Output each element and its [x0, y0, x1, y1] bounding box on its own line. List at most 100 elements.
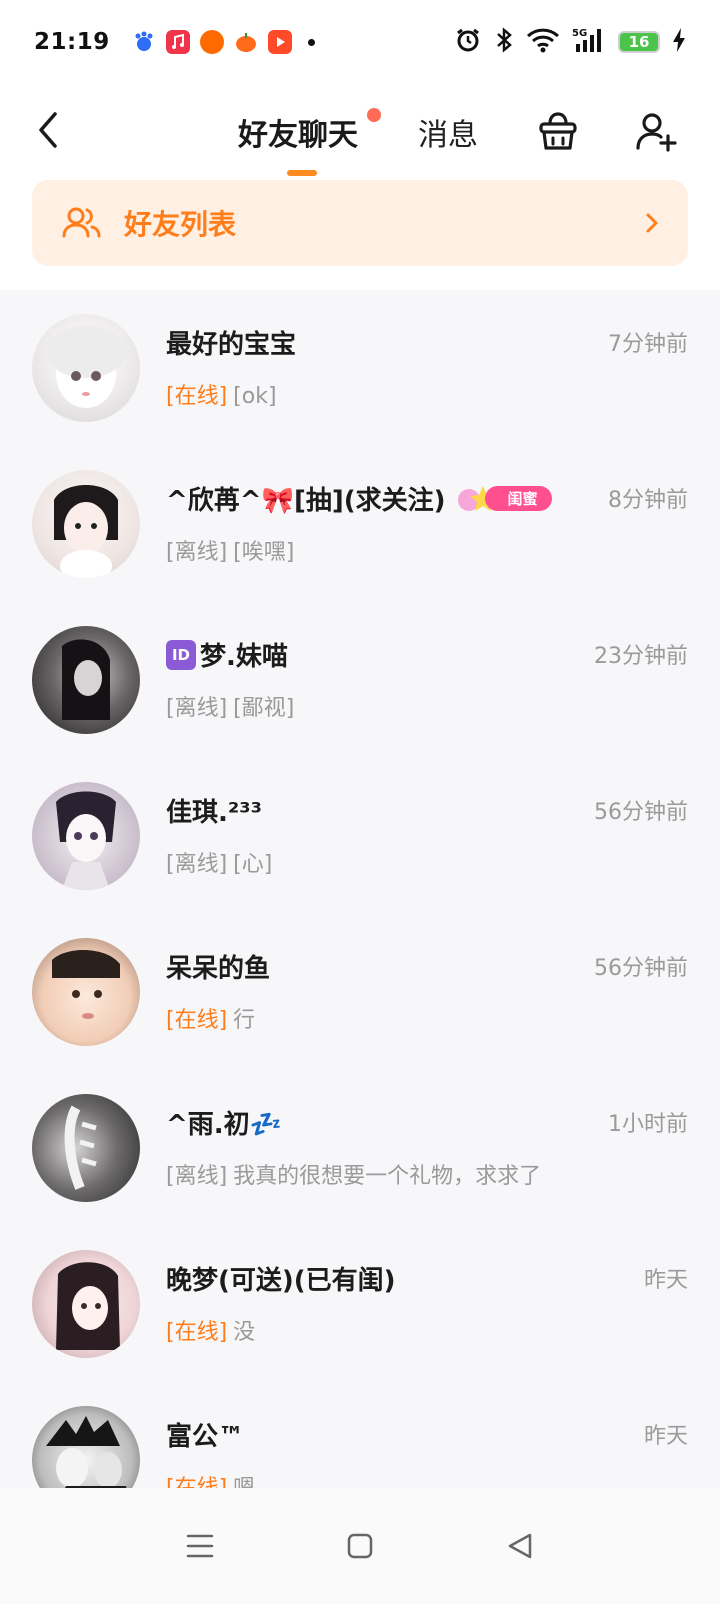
name-row: ^雨.初💤 [166, 1104, 282, 1141]
contact-name: 佳琪.²³³ [166, 798, 263, 828]
preview-text: 我真的很想要一个礼物，求求了 [233, 1164, 542, 1189]
wifi-icon [526, 27, 560, 57]
unread-dot [367, 108, 381, 122]
baidu-app-icon [132, 30, 156, 54]
video-app-icon [267, 30, 292, 54]
name-row: 晚梦(可送)(已有闺) [166, 1260, 396, 1297]
chat-row[interactable]: ^欣苒^🎀[抽](求关注) 闺蜜 8分钟前 [离线] [唉嘿] [0, 446, 720, 602]
more-notifications-dot [307, 38, 315, 46]
pumpkin-app-icon [234, 30, 258, 54]
contact-name: 晚梦(可送)(已有闺) [166, 1266, 396, 1296]
name-row: 呆呆的鱼 [166, 948, 270, 985]
tab-friend-chat[interactable]: 好友聊天 [238, 110, 358, 154]
friend-list-banner[interactable]: 好友列表 [32, 180, 688, 266]
message-preview: [离线] [唉嘿] [166, 534, 294, 566]
back-triangle-icon [508, 1533, 532, 1559]
preview-text: [鄙视] [233, 696, 295, 721]
system-icons: 5G 16 [454, 26, 686, 58]
music-app-icon [165, 30, 190, 54]
back-button[interactable] [28, 106, 68, 154]
preview-text: 行 [233, 1008, 256, 1033]
bluetooth-icon [494, 26, 514, 58]
message-preview: [在线] 行 [166, 1002, 255, 1034]
contact-name: 富公™ [166, 1422, 245, 1452]
avatar[interactable] [32, 1094, 140, 1202]
badge-label: 闺蜜 [485, 486, 552, 511]
add-user-icon [636, 113, 677, 152]
chat-row[interactable]: 佳琪.²³³ 56分钟前 [离线] [心] [0, 758, 720, 914]
friend-list-label: 好友列表 [124, 208, 237, 241]
bestie-badge: 闺蜜 [455, 482, 552, 516]
status-time: 21:19 [34, 29, 110, 55]
offline-status: [离线] [166, 540, 228, 565]
offline-status: [离线] [166, 1164, 228, 1189]
menu-icon [186, 1534, 214, 1558]
chat-row[interactable]: ID 梦.妹喵 23分钟前 [离线] [鄙视] [0, 602, 720, 758]
avatar[interactable] [32, 626, 140, 734]
clean-button[interactable] [532, 106, 584, 158]
chat-row[interactable]: ^雨.初💤 1小时前 [离线] 我真的很想要一个礼物，求求了 [0, 1070, 720, 1226]
notification-icons [132, 30, 315, 54]
online-status: [在线] [166, 1008, 228, 1033]
last-message-time: 昨天 [643, 1424, 688, 1449]
chat-row[interactable]: 呆呆的鱼 56分钟前 [在线] 行 [0, 914, 720, 1070]
last-message-time: 7分钟前 [608, 332, 688, 357]
last-message-time: 昨天 [643, 1268, 688, 1293]
message-preview: [离线] [心] [166, 846, 272, 878]
chevron-right-icon [646, 213, 658, 233]
preview-text: [ok] [233, 384, 277, 409]
menu-button[interactable] [170, 1516, 230, 1576]
name-row: 佳琪.²³³ [166, 792, 262, 829]
banner-area: 好友列表 [0, 180, 720, 290]
name-row: 富公™ [166, 1416, 244, 1453]
contact-name: ^雨.初💤 [166, 1110, 283, 1140]
avatar[interactable] [32, 1250, 140, 1358]
message-preview: [在线] [ok] [166, 378, 277, 410]
back-nav-button[interactable] [490, 1516, 550, 1576]
message-preview: [离线] 我真的很想要一个礼物，求求了 [166, 1158, 541, 1190]
contact-name: 呆呆的鱼 [166, 954, 271, 984]
home-square-icon [347, 1533, 373, 1559]
name-row: ID 梦.妹喵 [166, 636, 288, 673]
name-row: 最好的宝宝 [166, 324, 296, 361]
chat-list: 最好的宝宝 7分钟前 [在线] [ok] ^欣苒^🎀[抽](求关注) 闺蜜 8分钟… [0, 290, 720, 1538]
message-preview: [在线] 没 [166, 1314, 255, 1346]
name-row: ^欣苒^🎀[抽](求关注) 闺蜜 [166, 480, 552, 517]
avatar[interactable] [32, 938, 140, 1046]
online-status: [在线] [166, 384, 228, 409]
avatar[interactable] [32, 314, 140, 422]
tab-messages[interactable]: 消息 [418, 110, 478, 154]
online-status: [在线] [166, 1320, 228, 1345]
charging-icon [672, 27, 686, 57]
add-friend-button[interactable] [630, 106, 682, 158]
alarm-icon [454, 26, 482, 58]
id-emoji-icon: ID [166, 639, 196, 670]
preview-text: [心] [233, 852, 273, 877]
message-preview: [离线] [鄙视] [166, 690, 294, 722]
last-message-time: 56分钟前 [594, 956, 688, 981]
last-message-time: 23分钟前 [594, 644, 688, 669]
battery-indicator: 16 [618, 31, 660, 53]
back-arrow-icon [39, 112, 57, 148]
avatar[interactable] [32, 782, 140, 890]
last-message-time: 1小时前 [608, 1112, 688, 1137]
chat-row[interactable]: 最好的宝宝 7分钟前 [在线] [ok] [0, 290, 720, 446]
contact-name: 梦.妹喵 [200, 642, 288, 672]
shopping-app-icon [199, 30, 224, 54]
cellular-signal-icon: 5G [572, 26, 606, 58]
avatar[interactable] [32, 470, 140, 578]
active-tab-indicator [287, 170, 317, 176]
contact-name: ^欣苒^🎀[抽](求关注) [166, 486, 446, 516]
preview-text: 没 [233, 1320, 256, 1345]
svg-text:5G: 5G [572, 28, 587, 39]
screen: 21:19 5G 16 好友聊天 消息 好友列表 最好的宝宝 7分钟前 [在线]… [0, 0, 720, 1604]
chat-row[interactable]: 晚梦(可送)(已有闺) 昨天 [在线] 没 [0, 1226, 720, 1382]
broom-basket-icon [539, 112, 577, 150]
home-button[interactable] [330, 1516, 390, 1576]
last-message-time: 56分钟前 [594, 800, 688, 825]
friends-icon [62, 207, 101, 238]
offline-status: [离线] [166, 852, 228, 877]
contact-name: 最好的宝宝 [166, 330, 297, 360]
system-nav-bar [0, 1488, 720, 1604]
top-header: 好友聊天 消息 [0, 84, 720, 180]
